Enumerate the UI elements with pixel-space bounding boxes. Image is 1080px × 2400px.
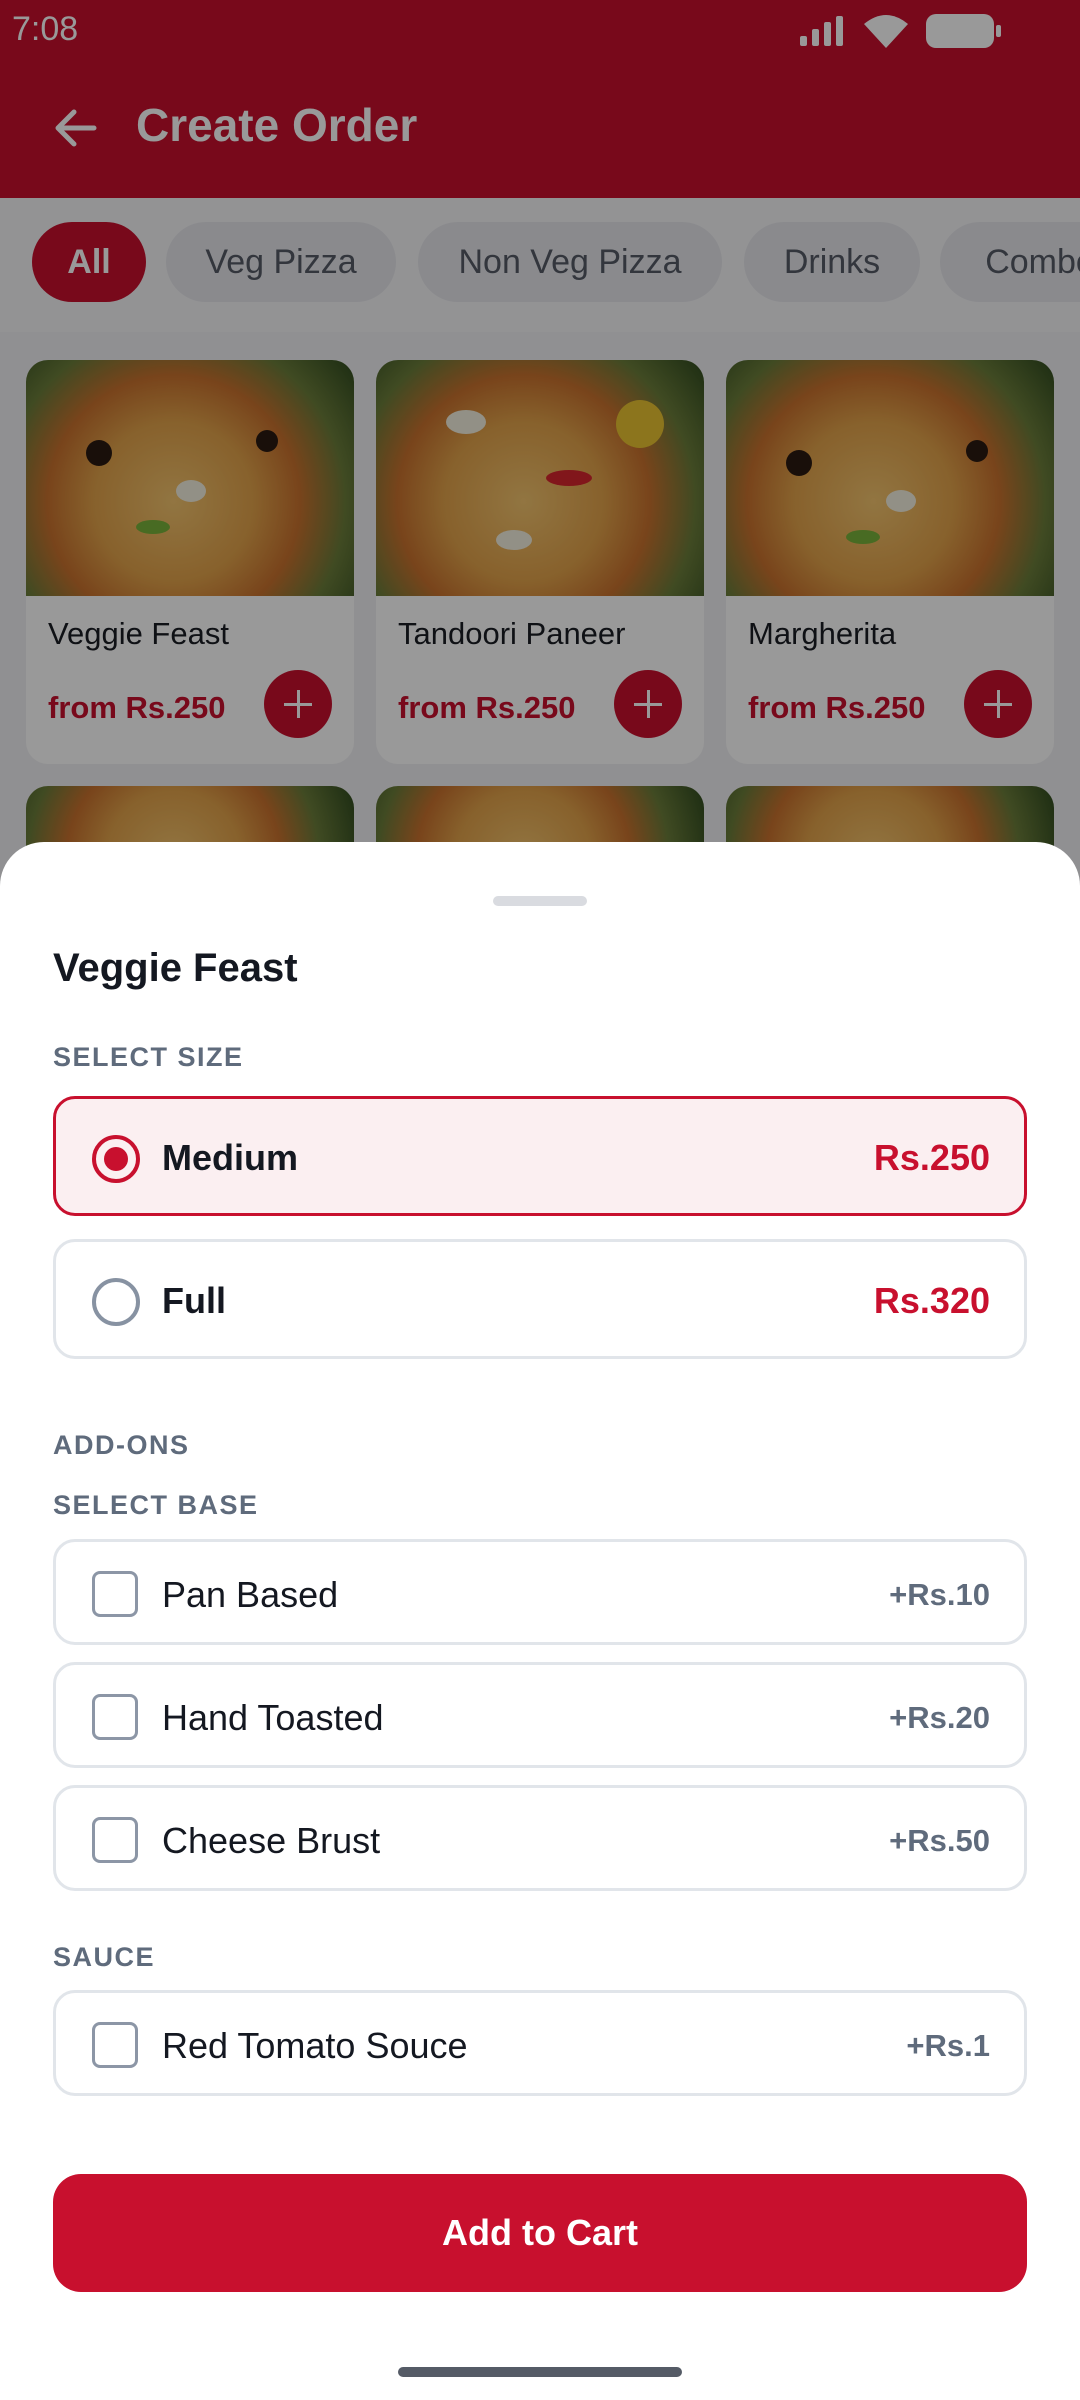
- home-indicator[interactable]: [398, 2367, 682, 2377]
- sauce-heading: SAUCE: [53, 1942, 156, 1972]
- sheet-title: Veggie Feast: [53, 946, 298, 990]
- size-price: Rs.250: [873, 1137, 990, 1178]
- checkbox-icon[interactable]: [92, 1694, 138, 1740]
- addon-price: +Rs.50: [889, 1823, 990, 1858]
- size-label: Medium: [162, 1137, 299, 1178]
- radio-unselected-icon[interactable]: [92, 1278, 140, 1326]
- addons-heading: ADD-ONS: [53, 1430, 190, 1460]
- add-to-cart-button[interactable]: Add to Cart: [53, 2174, 1027, 2292]
- addon-label: Hand Toasted: [162, 1697, 384, 1738]
- size-option-medium[interactable]: Medium Rs.250: [53, 1096, 1027, 1216]
- addon-price: +Rs.20: [889, 1700, 990, 1735]
- addon-cheese-brust[interactable]: Cheese Brust +Rs.50: [53, 1785, 1027, 1891]
- addon-price: +Rs.1: [906, 2028, 990, 2063]
- product-options-sheet: Veggie Feast SELECT SIZE Medium Rs.250 F…: [0, 842, 1080, 2400]
- size-option-full[interactable]: Full Rs.320: [53, 1239, 1027, 1359]
- addon-label: Cheese Brust: [162, 1820, 381, 1861]
- addon-label: Pan Based: [162, 1574, 339, 1615]
- base-heading: SELECT BASE: [53, 1490, 259, 1520]
- addon-pan-based[interactable]: Pan Based +Rs.10: [53, 1539, 1027, 1645]
- checkbox-icon[interactable]: [92, 1571, 138, 1617]
- addon-price: +Rs.10: [889, 1577, 990, 1612]
- checkbox-icon[interactable]: [92, 1817, 138, 1863]
- addon-label: Red Tomato Souce: [162, 2025, 468, 2066]
- checkbox-icon[interactable]: [92, 2022, 138, 2068]
- size-label: Full: [162, 1280, 226, 1321]
- addon-hand-toasted[interactable]: Hand Toasted +Rs.20: [53, 1662, 1027, 1768]
- size-price: Rs.320: [873, 1280, 990, 1321]
- addon-red-tomato-souce[interactable]: Red Tomato Souce +Rs.1: [53, 1990, 1027, 2096]
- radio-selected-icon[interactable]: [92, 1135, 140, 1183]
- size-heading: SELECT SIZE: [53, 1042, 244, 1072]
- drag-handle[interactable]: [493, 896, 587, 906]
